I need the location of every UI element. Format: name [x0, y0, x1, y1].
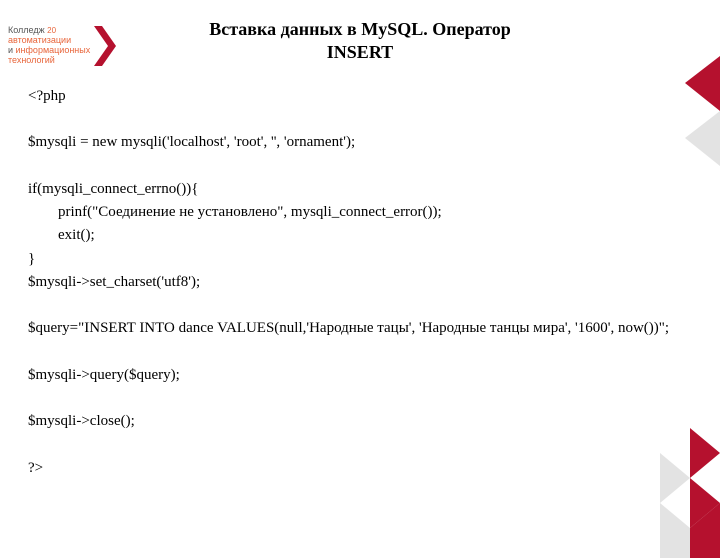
decoration-bottom-icon [630, 428, 720, 558]
logo-line4: технологий [8, 55, 55, 65]
logo-line3a: и [8, 45, 16, 55]
logo-line1: Колледж [8, 25, 45, 35]
code-block: <?php $mysqli = new mysqli('localhost', … [28, 85, 692, 480]
logo-line2: автоматизации [8, 35, 71, 45]
college-logo: Колледж 20 автоматизации и информационны… [8, 26, 122, 66]
chevron-right-icon [94, 26, 122, 66]
decoration-top-icon [660, 56, 720, 166]
logo-num: 20 [47, 26, 56, 35]
logo-line3b: информационных [16, 45, 91, 55]
logo-text: Колледж 20 автоматизации и информационны… [8, 26, 90, 66]
